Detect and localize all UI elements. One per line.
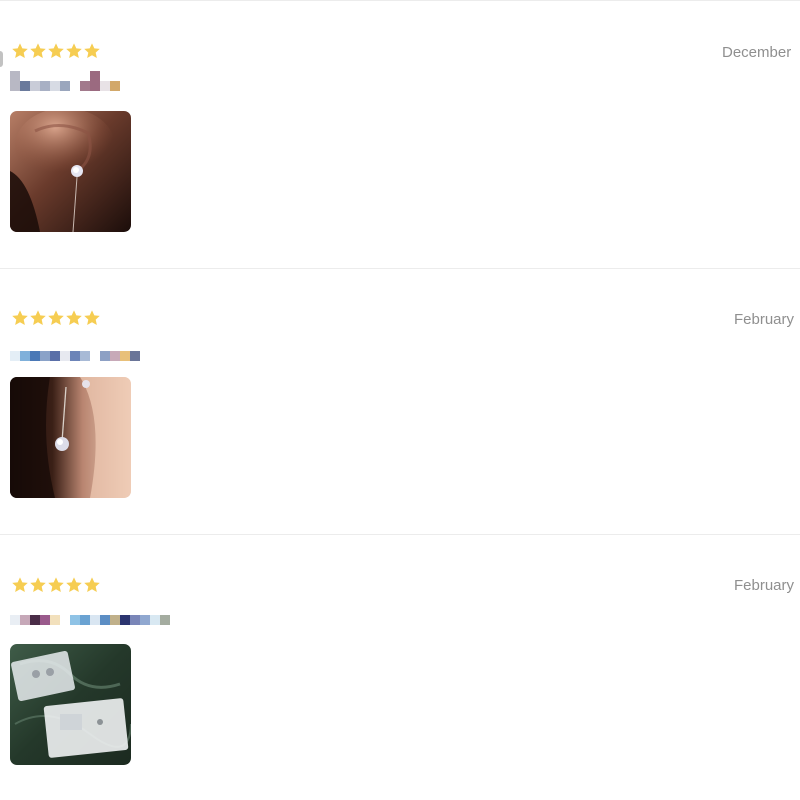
star-icon — [11, 576, 29, 594]
star-icon — [11, 309, 29, 327]
reviews-list: December February February — [0, 0, 800, 800]
review-photo[interactable] — [10, 377, 131, 498]
star-icon — [83, 42, 101, 60]
reviewer-name-pixelated — [10, 605, 170, 625]
star-icon — [29, 42, 47, 60]
reviewer-name-pixelated — [10, 71, 120, 91]
star-icon — [47, 42, 65, 60]
star-icon — [11, 42, 29, 60]
packaged-earrings-photo — [10, 644, 131, 765]
avatar-edge — [0, 51, 3, 67]
star-icon — [47, 576, 65, 594]
ear-dangle-photo — [10, 377, 131, 498]
star-rating — [11, 309, 101, 329]
reviewer-name-pixelated — [10, 341, 140, 361]
review-photo[interactable] — [10, 644, 131, 765]
review-date: February — [734, 577, 795, 594]
star-icon — [29, 309, 47, 327]
star-icon — [65, 42, 83, 60]
star-icon — [65, 576, 83, 594]
review-photo[interactable] — [10, 111, 131, 232]
star-icon — [65, 309, 83, 327]
review-date: February — [734, 311, 795, 328]
review-date: December — [722, 44, 792, 61]
star-rating — [11, 576, 101, 596]
star-icon — [83, 309, 101, 327]
review-item: February — [0, 268, 800, 534]
ear-stud-photo — [10, 111, 131, 232]
review-item: February — [0, 534, 800, 800]
star-icon — [83, 576, 101, 594]
review-item: December — [0, 1, 800, 267]
star-icon — [47, 309, 65, 327]
star-icon — [29, 576, 47, 594]
star-rating — [11, 42, 101, 62]
